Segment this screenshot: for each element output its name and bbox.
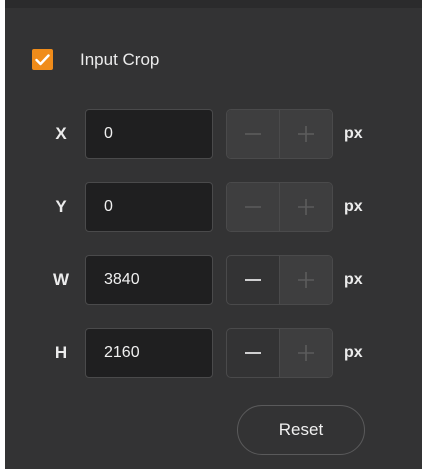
width-input[interactable] <box>85 255 213 305</box>
checkmark-icon <box>35 53 50 65</box>
x-unit-label: px <box>344 125 363 142</box>
height-increment-button[interactable] <box>279 329 332 377</box>
field-row-y: Y px <box>5 182 422 232</box>
reset-button[interactable]: Reset <box>237 405 365 455</box>
field-label-y: Y <box>55 197 67 216</box>
x-input[interactable] <box>85 109 213 159</box>
width-unit-label: px <box>344 271 363 288</box>
field-row-w: W px <box>5 255 422 305</box>
y-stepper <box>226 182 333 232</box>
height-stepper <box>226 328 333 378</box>
height-input[interactable] <box>85 328 213 378</box>
y-unit-label: px <box>344 198 363 215</box>
minus-icon <box>245 352 261 354</box>
field-row-x: X px <box>5 109 422 159</box>
minus-icon <box>245 133 261 135</box>
width-stepper <box>226 255 333 305</box>
field-row-h: H px <box>5 328 422 378</box>
width-increment-button[interactable] <box>279 256 332 304</box>
height-decrement-button[interactable] <box>227 329 279 377</box>
field-label-w: W <box>52 270 70 289</box>
minus-icon <box>245 206 261 208</box>
x-decrement-button[interactable] <box>227 110 279 158</box>
height-unit-label: px <box>344 344 363 361</box>
plus-icon <box>298 199 314 215</box>
plus-icon <box>298 126 314 142</box>
input-crop-checkbox[interactable] <box>32 49 53 70</box>
input-crop-toggle[interactable]: Input Crop <box>32 49 159 70</box>
y-increment-button[interactable] <box>279 183 332 231</box>
input-crop-panel: Input Crop X px Y <box>5 0 422 469</box>
width-decrement-button[interactable] <box>227 256 279 304</box>
y-input[interactable] <box>85 182 213 232</box>
x-increment-button[interactable] <box>279 110 332 158</box>
x-stepper <box>226 109 333 159</box>
plus-icon <box>298 272 314 288</box>
field-label-h: H <box>54 343 68 362</box>
y-decrement-button[interactable] <box>227 183 279 231</box>
plus-icon <box>298 345 314 361</box>
minus-icon <box>245 279 261 281</box>
input-crop-label: Input Crop <box>80 49 160 69</box>
field-label-x: X <box>55 124 67 143</box>
